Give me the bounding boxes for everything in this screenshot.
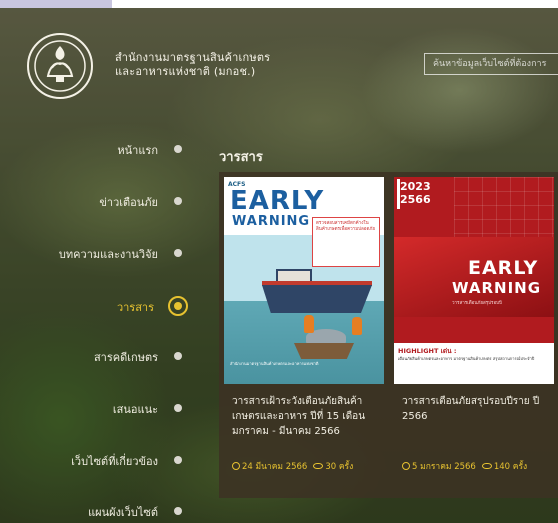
nav-item-related-sites[interactable]: เว็บไซต์ที่เกี่ยวข้อง	[0, 452, 188, 468]
nav-item-articles[interactable]: บทความและงานวิจัย	[0, 245, 188, 261]
cover-bottom-panel: HIGHLIGHT เด่น : เตือนภัยสินค้าเกษตรและอ…	[394, 343, 554, 384]
clock-icon	[402, 462, 410, 470]
cover-footer: สำนักงานมาตรฐานสินค้าเกษตรและอาหารแห่งชา…	[230, 361, 319, 366]
journal-meta: 24 มีนาคม 2566 30 ครั้ง	[232, 459, 382, 473]
nav-item-label: เว็บไซต์ที่เกี่ยวข้อง	[71, 455, 158, 468]
cover-bottom-text: เตือนภัยสินค้าเกษตรและอาหาร มาตรฐานสินค้…	[398, 356, 535, 361]
journal-views: 140 ครั้ง	[481, 459, 528, 473]
journal-date: 24 มีนาคม 2566	[232, 459, 307, 473]
nav-dot-icon	[174, 145, 182, 153]
nav-item-sitemap[interactable]: แผนผังเว็บไซต์	[0, 503, 188, 519]
nav-item-label: ข่าวเตือนภัย	[99, 196, 158, 209]
journal-date: 5 มกราคม 2566	[402, 459, 476, 473]
cover-title-warning: WARNING	[232, 214, 311, 229]
section-title: วารสาร	[219, 150, 263, 165]
journal-cover-image[interactable]: 2023 2566 EARLY WARNING วารสารเตือนภัยสร…	[394, 177, 554, 384]
nav-dot-icon	[174, 197, 182, 205]
clock-icon	[232, 462, 240, 470]
nav-item-label: สารคดีเกษตร	[93, 351, 158, 364]
org-name-line2: และอาหารแห่งชาติ (มกอช.)	[115, 65, 256, 78]
cover-year-be: 2566	[400, 193, 431, 206]
nav-item-home[interactable]: หน้าแรก	[0, 141, 188, 157]
journal-views-text: 30 ครั้ง	[325, 462, 354, 472]
fisher-illustration	[304, 315, 314, 333]
top-strip	[0, 0, 558, 8]
seal-icon	[27, 33, 93, 99]
eye-icon	[313, 463, 324, 469]
journal-views: 30 ครั้ง	[313, 459, 353, 473]
journal-card[interactable]: 2023 2566 EARLY WARNING วารสารเตือนภัยสร…	[389, 172, 558, 498]
org-name: สำนักงานมาตรฐานสินค้าเกษตร และอาหารแห่งช…	[115, 51, 270, 79]
journal-views-text: 140 ครั้ง	[493, 462, 528, 472]
nav-item-alerts[interactable]: ข่าวเตือนภัย	[0, 193, 188, 209]
nav-dot-icon	[174, 404, 182, 412]
nav-item-label: บทความและงานวิจัย	[58, 248, 158, 261]
nav-item-label: เสนอแนะ	[112, 403, 158, 416]
nav-item-label: แผนผังเว็บไซต์	[88, 506, 158, 519]
nav-item-documentary[interactable]: สารคดีเกษตร	[0, 348, 188, 364]
cover-title-early: EARLY	[468, 257, 539, 279]
cover-title-warning: WARNING	[452, 279, 542, 297]
nav-item-feedback[interactable]: เสนอแนะ	[0, 400, 188, 416]
journal-meta: 5 มกราคม 2566 140 ครั้ง	[402, 459, 552, 473]
journal-title[interactable]: วารสารเตือนภัยสรุปรอบปีราย ปี 2566	[402, 394, 550, 424]
ship-hull-illustration	[262, 285, 372, 313]
cover-year-ad: 2023	[400, 180, 431, 193]
nav-dot-icon	[174, 249, 182, 257]
journal-card[interactable]: ACFS EARLY WARNING ตรวจสอบสารเคมีตกค้างใ…	[219, 172, 389, 498]
nav-dot-icon	[174, 456, 182, 464]
nav-item-journal[interactable]: วารสาร	[0, 296, 190, 316]
eye-icon	[481, 463, 492, 469]
nav-dot-icon	[174, 352, 182, 360]
cover-subtitle: วารสารเตือนภัยสรุปรอบปี	[452, 301, 502, 306]
nav-active-indicator-icon	[168, 296, 188, 316]
nav-item-label: วารสาร	[116, 301, 154, 314]
journal-date-text: 24 มีนาคม 2566	[242, 462, 308, 472]
search-input[interactable]: ค้นหาข้อมูลเว็บไซต์ที่ต้องการ	[424, 53, 558, 75]
journal-title[interactable]: วารสารเฝ้าระวังเตือนภัยสินค้าเกษตรและอาห…	[232, 394, 380, 439]
cover-title-early: EARLY	[230, 186, 325, 216]
nav-item-label: หน้าแรก	[117, 144, 158, 157]
boat-illustration	[294, 343, 354, 359]
cover-callout: ตรวจสอบสารเคมีตกค้างในสินค้าเกษตรเพื่อคว…	[312, 217, 380, 267]
journal-cover-image[interactable]: ACFS EARLY WARNING ตรวจสอบสารเคมีตกค้างใ…	[224, 177, 384, 384]
org-logo[interactable]	[20, 30, 100, 102]
cover-year: 2023 2566	[400, 180, 431, 206]
journal-date-text: 5 มกราคม 2566	[412, 462, 476, 472]
cover-highlight: HIGHLIGHT เด่น :	[398, 347, 457, 355]
org-name-line1: สำนักงานมาตรฐานสินค้าเกษตร	[115, 51, 271, 64]
fisher-illustration	[352, 317, 362, 335]
nav-dot-icon	[174, 507, 182, 515]
